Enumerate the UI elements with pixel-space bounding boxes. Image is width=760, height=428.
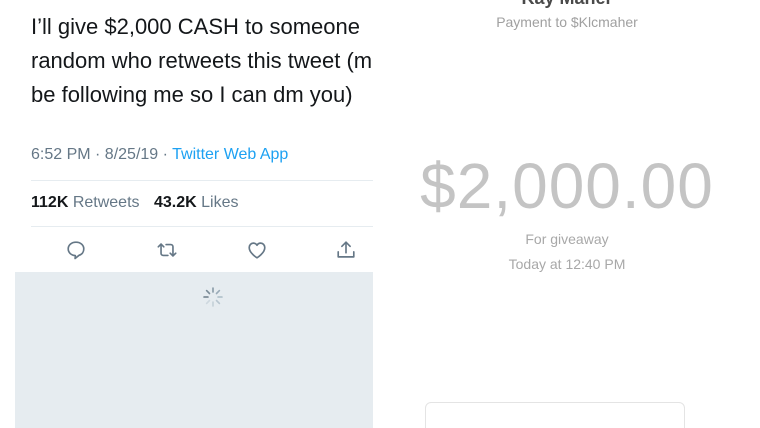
like-button[interactable] xyxy=(243,236,271,264)
payment-note: For giveaway xyxy=(525,231,609,247)
payment-amount: $2,000.00 xyxy=(420,150,714,222)
tweet-panel: I’ll give $2,000 CASH to someone random … xyxy=(15,0,373,428)
divider xyxy=(31,226,373,227)
reply-button[interactable] xyxy=(62,236,90,264)
share-button[interactable] xyxy=(332,236,360,264)
payment-recipient: Payment to $Klcmaher xyxy=(496,14,638,30)
retweets-label: Retweets xyxy=(72,194,140,211)
loading-spinner-icon xyxy=(203,287,223,307)
tweet-source-link[interactable]: Twitter Web App xyxy=(172,146,288,163)
tweet-text: I’ll give $2,000 CASH to someone random … xyxy=(31,10,373,112)
payment-time: Today at 12:40 PM xyxy=(508,256,626,272)
share-icon xyxy=(337,241,355,258)
tweet-actions xyxy=(15,232,373,268)
tweet-text-line: I’ll give $2,000 CASH to someone xyxy=(31,14,360,39)
retweet-icon xyxy=(157,243,177,257)
tweet-time[interactable]: 6:52 PM · 8/25/19 · xyxy=(31,146,172,163)
payment-panel: Kay Maher Payment to $Klcmaher $2,000.00… xyxy=(374,0,760,428)
likes-count: 43.2K xyxy=(153,194,197,211)
reply-icon xyxy=(67,241,85,260)
retweets-stat[interactable]: 112K Retweets xyxy=(31,194,144,211)
likes-label: Likes xyxy=(201,194,239,211)
tweet-timestamp: 6:52 PM · 8/25/19 · Twitter Web App xyxy=(31,146,288,164)
divider xyxy=(31,180,373,181)
payer-name: Kay Maher xyxy=(374,0,760,9)
replies-loading-area xyxy=(15,272,373,428)
payment-details-card xyxy=(425,402,685,428)
heart-icon xyxy=(248,242,266,259)
retweet-button[interactable] xyxy=(153,236,181,264)
retweets-count: 112K xyxy=(31,194,69,211)
tweet-stats: 112K Retweets 43.2K Likes xyxy=(31,194,249,212)
tweet-text-line: random who retweets this tweet (mu xyxy=(31,48,373,73)
likes-stat[interactable]: 43.2K Likes xyxy=(154,194,239,211)
tweet-text-line: be following me so I can dm you) xyxy=(31,82,353,107)
